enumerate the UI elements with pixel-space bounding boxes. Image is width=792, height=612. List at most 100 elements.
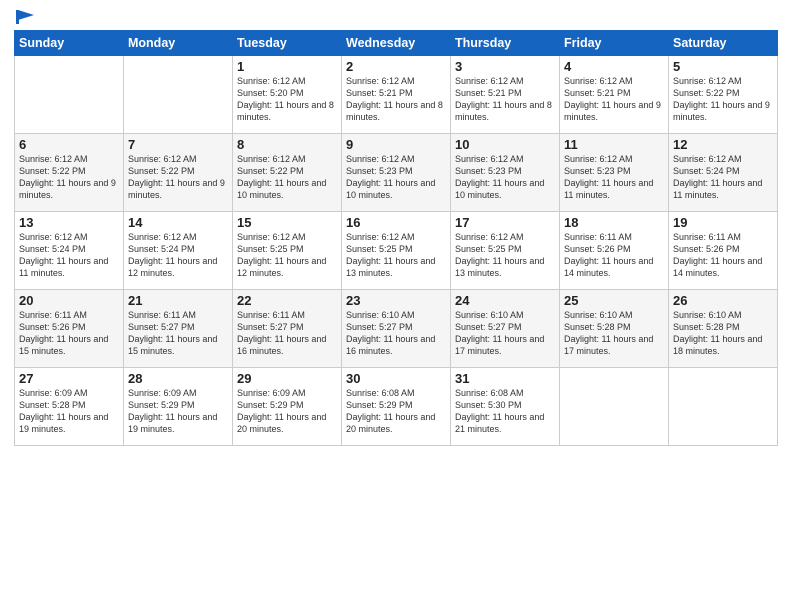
page-header	[14, 10, 778, 24]
day-detail: Sunrise: 6:12 AM Sunset: 5:21 PM Dayligh…	[564, 75, 664, 124]
day-detail: Sunrise: 6:11 AM Sunset: 5:26 PM Dayligh…	[564, 231, 664, 280]
calendar-cell: 1Sunrise: 6:12 AM Sunset: 5:20 PM Daylig…	[233, 56, 342, 134]
day-detail: Sunrise: 6:12 AM Sunset: 5:24 PM Dayligh…	[128, 231, 228, 280]
day-detail: Sunrise: 6:11 AM Sunset: 5:26 PM Dayligh…	[673, 231, 773, 280]
calendar-cell: 12Sunrise: 6:12 AM Sunset: 5:24 PM Dayli…	[669, 134, 778, 212]
day-detail: Sunrise: 6:09 AM Sunset: 5:29 PM Dayligh…	[128, 387, 228, 436]
day-number: 30	[346, 371, 446, 386]
col-tuesday: Tuesday	[233, 31, 342, 56]
day-number: 2	[346, 59, 446, 74]
day-detail: Sunrise: 6:10 AM Sunset: 5:27 PM Dayligh…	[346, 309, 446, 358]
day-number: 22	[237, 293, 337, 308]
day-number: 7	[128, 137, 228, 152]
calendar-cell: 22Sunrise: 6:11 AM Sunset: 5:27 PM Dayli…	[233, 290, 342, 368]
day-number: 18	[564, 215, 664, 230]
day-number: 13	[19, 215, 119, 230]
calendar-cell: 3Sunrise: 6:12 AM Sunset: 5:21 PM Daylig…	[451, 56, 560, 134]
calendar-cell: 16Sunrise: 6:12 AM Sunset: 5:25 PM Dayli…	[342, 212, 451, 290]
day-detail: Sunrise: 6:12 AM Sunset: 5:21 PM Dayligh…	[346, 75, 446, 124]
calendar-cell: 30Sunrise: 6:08 AM Sunset: 5:29 PM Dayli…	[342, 368, 451, 446]
calendar-cell: 17Sunrise: 6:12 AM Sunset: 5:25 PM Dayli…	[451, 212, 560, 290]
col-wednesday: Wednesday	[342, 31, 451, 56]
day-detail: Sunrise: 6:09 AM Sunset: 5:29 PM Dayligh…	[237, 387, 337, 436]
calendar-cell: 2Sunrise: 6:12 AM Sunset: 5:21 PM Daylig…	[342, 56, 451, 134]
day-detail: Sunrise: 6:12 AM Sunset: 5:22 PM Dayligh…	[237, 153, 337, 202]
day-number: 3	[455, 59, 555, 74]
day-detail: Sunrise: 6:12 AM Sunset: 5:23 PM Dayligh…	[346, 153, 446, 202]
calendar-cell: 14Sunrise: 6:12 AM Sunset: 5:24 PM Dayli…	[124, 212, 233, 290]
logo	[14, 10, 34, 24]
col-monday: Monday	[124, 31, 233, 56]
day-detail: Sunrise: 6:12 AM Sunset: 5:22 PM Dayligh…	[128, 153, 228, 202]
calendar-week-row: 27Sunrise: 6:09 AM Sunset: 5:28 PM Dayli…	[15, 368, 778, 446]
day-detail: Sunrise: 6:12 AM Sunset: 5:24 PM Dayligh…	[19, 231, 119, 280]
calendar-cell: 19Sunrise: 6:11 AM Sunset: 5:26 PM Dayli…	[669, 212, 778, 290]
col-saturday: Saturday	[669, 31, 778, 56]
calendar-cell: 25Sunrise: 6:10 AM Sunset: 5:28 PM Dayli…	[560, 290, 669, 368]
calendar-cell: 15Sunrise: 6:12 AM Sunset: 5:25 PM Dayli…	[233, 212, 342, 290]
day-detail: Sunrise: 6:08 AM Sunset: 5:29 PM Dayligh…	[346, 387, 446, 436]
calendar-cell	[669, 368, 778, 446]
day-number: 11	[564, 137, 664, 152]
day-detail: Sunrise: 6:08 AM Sunset: 5:30 PM Dayligh…	[455, 387, 555, 436]
day-detail: Sunrise: 6:12 AM Sunset: 5:22 PM Dayligh…	[19, 153, 119, 202]
day-detail: Sunrise: 6:11 AM Sunset: 5:27 PM Dayligh…	[128, 309, 228, 358]
calendar-cell: 11Sunrise: 6:12 AM Sunset: 5:23 PM Dayli…	[560, 134, 669, 212]
calendar-week-row: 20Sunrise: 6:11 AM Sunset: 5:26 PM Dayli…	[15, 290, 778, 368]
day-detail: Sunrise: 6:10 AM Sunset: 5:28 PM Dayligh…	[673, 309, 773, 358]
calendar-cell	[560, 368, 669, 446]
day-number: 27	[19, 371, 119, 386]
day-detail: Sunrise: 6:12 AM Sunset: 5:25 PM Dayligh…	[237, 231, 337, 280]
calendar-week-row: 13Sunrise: 6:12 AM Sunset: 5:24 PM Dayli…	[15, 212, 778, 290]
calendar-cell: 27Sunrise: 6:09 AM Sunset: 5:28 PM Dayli…	[15, 368, 124, 446]
day-number: 10	[455, 137, 555, 152]
calendar-cell: 31Sunrise: 6:08 AM Sunset: 5:30 PM Dayli…	[451, 368, 560, 446]
day-number: 24	[455, 293, 555, 308]
col-friday: Friday	[560, 31, 669, 56]
day-number: 25	[564, 293, 664, 308]
day-number: 15	[237, 215, 337, 230]
calendar-cell: 29Sunrise: 6:09 AM Sunset: 5:29 PM Dayli…	[233, 368, 342, 446]
logo-flag-icon	[16, 10, 34, 24]
calendar-cell: 28Sunrise: 6:09 AM Sunset: 5:29 PM Dayli…	[124, 368, 233, 446]
day-number: 5	[673, 59, 773, 74]
calendar-cell: 26Sunrise: 6:10 AM Sunset: 5:28 PM Dayli…	[669, 290, 778, 368]
day-number: 9	[346, 137, 446, 152]
day-number: 21	[128, 293, 228, 308]
day-detail: Sunrise: 6:10 AM Sunset: 5:27 PM Dayligh…	[455, 309, 555, 358]
day-number: 8	[237, 137, 337, 152]
day-detail: Sunrise: 6:12 AM Sunset: 5:22 PM Dayligh…	[673, 75, 773, 124]
calendar-cell: 18Sunrise: 6:11 AM Sunset: 5:26 PM Dayli…	[560, 212, 669, 290]
day-number: 31	[455, 371, 555, 386]
day-detail: Sunrise: 6:12 AM Sunset: 5:20 PM Dayligh…	[237, 75, 337, 124]
calendar-cell: 10Sunrise: 6:12 AM Sunset: 5:23 PM Dayli…	[451, 134, 560, 212]
day-number: 16	[346, 215, 446, 230]
day-number: 14	[128, 215, 228, 230]
day-number: 19	[673, 215, 773, 230]
day-number: 17	[455, 215, 555, 230]
day-detail: Sunrise: 6:09 AM Sunset: 5:28 PM Dayligh…	[19, 387, 119, 436]
day-number: 23	[346, 293, 446, 308]
day-number: 29	[237, 371, 337, 386]
day-detail: Sunrise: 6:12 AM Sunset: 5:25 PM Dayligh…	[455, 231, 555, 280]
calendar-cell	[124, 56, 233, 134]
calendar-cell: 6Sunrise: 6:12 AM Sunset: 5:22 PM Daylig…	[15, 134, 124, 212]
calendar-cell: 8Sunrise: 6:12 AM Sunset: 5:22 PM Daylig…	[233, 134, 342, 212]
calendar-week-row: 6Sunrise: 6:12 AM Sunset: 5:22 PM Daylig…	[15, 134, 778, 212]
calendar-table: Sunday Monday Tuesday Wednesday Thursday…	[14, 30, 778, 446]
day-detail: Sunrise: 6:12 AM Sunset: 5:21 PM Dayligh…	[455, 75, 555, 124]
calendar-cell: 21Sunrise: 6:11 AM Sunset: 5:27 PM Dayli…	[124, 290, 233, 368]
day-detail: Sunrise: 6:10 AM Sunset: 5:28 PM Dayligh…	[564, 309, 664, 358]
day-number: 28	[128, 371, 228, 386]
calendar-cell: 20Sunrise: 6:11 AM Sunset: 5:26 PM Dayli…	[15, 290, 124, 368]
day-number: 20	[19, 293, 119, 308]
day-detail: Sunrise: 6:11 AM Sunset: 5:26 PM Dayligh…	[19, 309, 119, 358]
day-number: 12	[673, 137, 773, 152]
calendar-cell: 9Sunrise: 6:12 AM Sunset: 5:23 PM Daylig…	[342, 134, 451, 212]
calendar-header-row: Sunday Monday Tuesday Wednesday Thursday…	[15, 31, 778, 56]
day-number: 4	[564, 59, 664, 74]
calendar-cell: 24Sunrise: 6:10 AM Sunset: 5:27 PM Dayli…	[451, 290, 560, 368]
calendar-week-row: 1Sunrise: 6:12 AM Sunset: 5:20 PM Daylig…	[15, 56, 778, 134]
calendar-cell: 4Sunrise: 6:12 AM Sunset: 5:21 PM Daylig…	[560, 56, 669, 134]
day-detail: Sunrise: 6:12 AM Sunset: 5:24 PM Dayligh…	[673, 153, 773, 202]
